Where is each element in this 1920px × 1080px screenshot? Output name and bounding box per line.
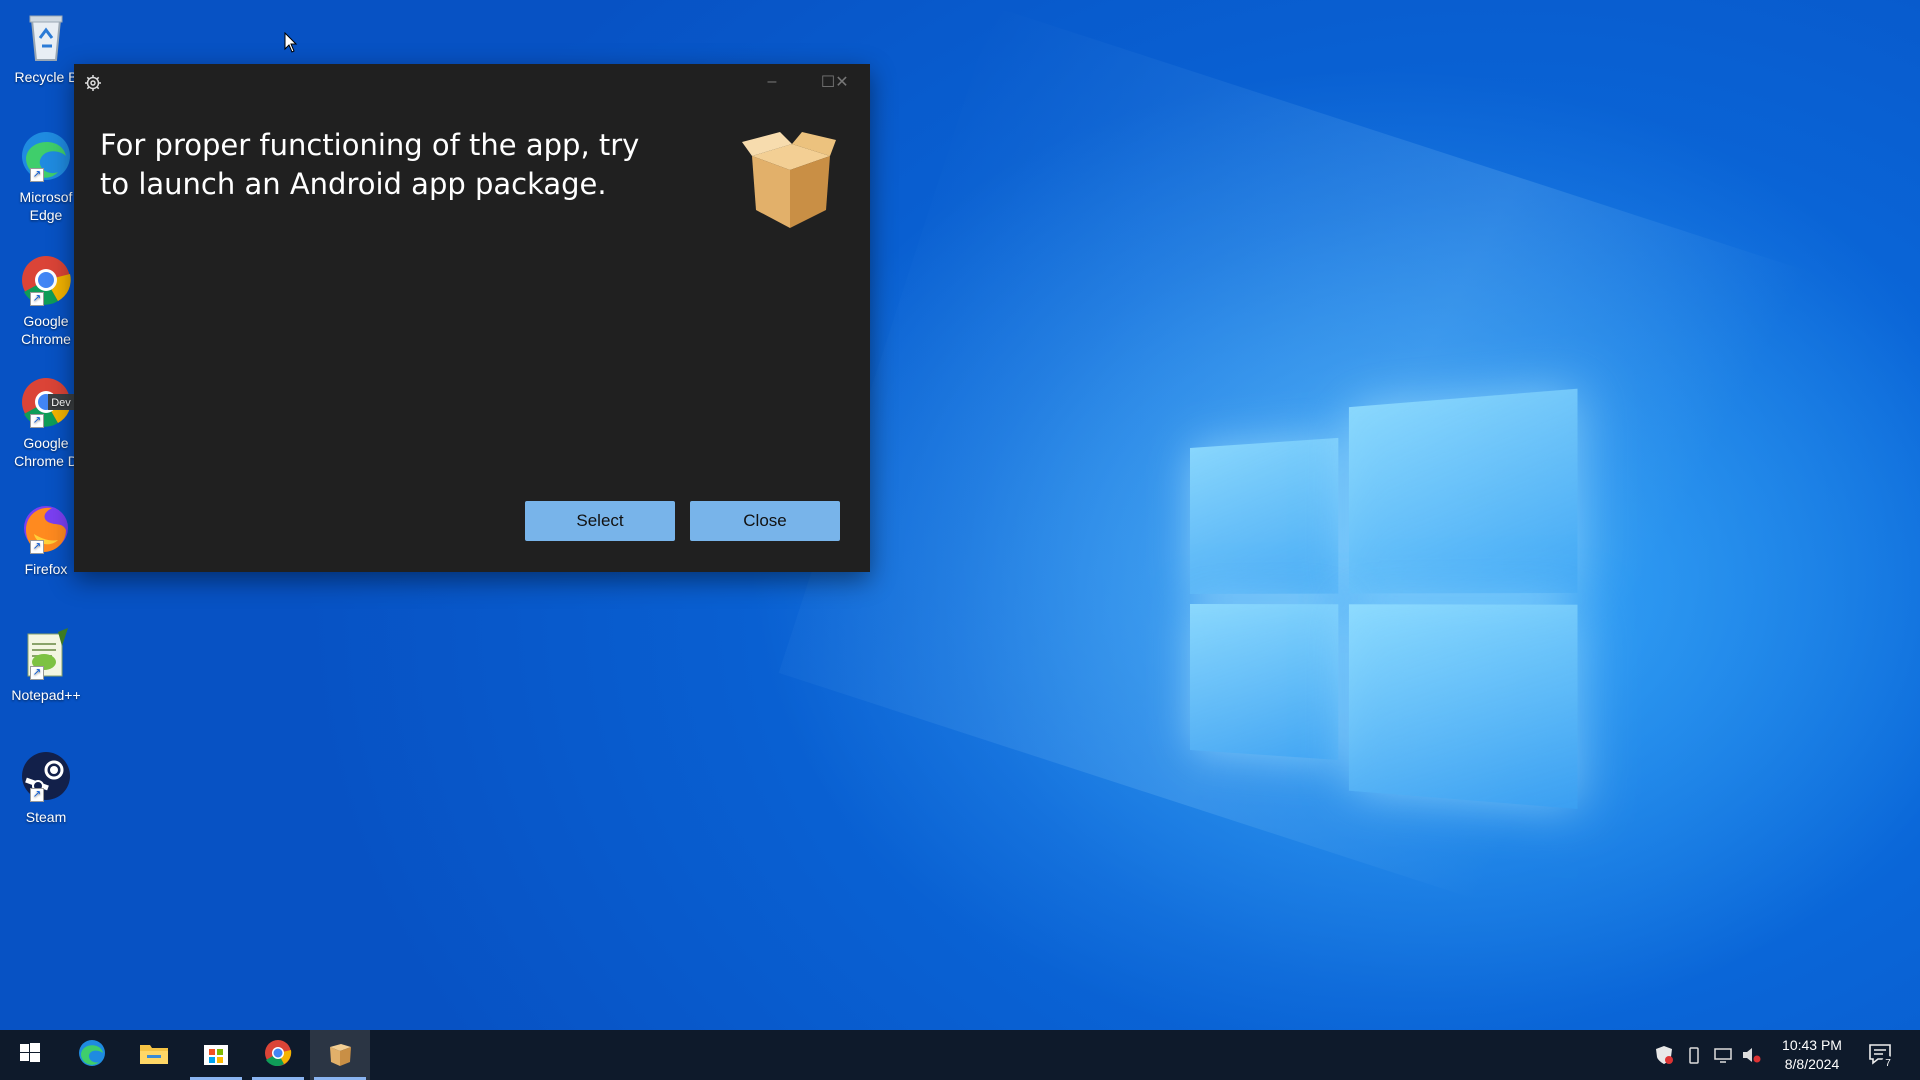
desktop-icon-label: Recycle B	[14, 69, 78, 85]
edge-icon	[77, 1038, 107, 1073]
taskbar-store[interactable]	[186, 1030, 246, 1080]
taskbar-edge[interactable]	[62, 1030, 122, 1080]
desktop-icon-steam[interactable]: ↗ Steam	[0, 748, 92, 826]
taskbar-chrome-dev[interactable]	[248, 1030, 308, 1080]
chrome-dev-icon	[263, 1038, 293, 1073]
store-icon	[202, 1039, 230, 1072]
minimize-button[interactable]: –	[744, 64, 800, 100]
notification-count: 7	[1885, 1058, 1891, 1068]
close-button[interactable]: Close	[690, 501, 840, 541]
network-icon[interactable]	[1713, 1045, 1733, 1065]
chrome-dev-icon: Dev ↗	[18, 374, 74, 430]
start-button[interactable]	[0, 1030, 60, 1080]
edge-icon: ↗	[18, 128, 74, 184]
close-window-button[interactable]: ✕	[814, 64, 870, 100]
select-button[interactable]: Select	[525, 501, 675, 541]
notification-center-icon[interactable]: 7	[1868, 1042, 1894, 1069]
volume-muted-icon[interactable]	[1741, 1045, 1761, 1065]
taskbar-file-explorer[interactable]	[124, 1030, 184, 1080]
windows-logo-wallpaper	[1190, 388, 1583, 811]
desktop-icon-label: Notepad++	[11, 687, 81, 703]
clock-time: 10:43 PM	[1782, 1037, 1842, 1053]
usb-device-icon[interactable]	[1684, 1045, 1704, 1065]
firefox-icon: ↗	[18, 500, 74, 556]
clock-date: 8/8/2024	[1784, 1056, 1840, 1072]
chrome-icon: ↗	[18, 252, 74, 308]
taskbar: 10:43 PM 8/8/2024 7	[0, 1030, 1920, 1080]
settings-gear-icon[interactable]	[84, 74, 102, 92]
start-icon	[19, 1042, 41, 1069]
title-bar[interactable]: – ☐ ✕	[74, 64, 870, 100]
desktop-icon-notepadpp[interactable]: ↗ Notepad++	[0, 626, 92, 704]
recycle-bin-icon	[18, 8, 74, 64]
mouse-cursor-icon	[284, 31, 298, 54]
steam-icon: ↗	[18, 748, 74, 804]
security-shield-icon[interactable]	[1654, 1045, 1674, 1065]
taskbar-package-app[interactable]	[310, 1030, 370, 1080]
taskbar-clock[interactable]: 10:43 PM 8/8/2024	[1764, 1036, 1860, 1074]
notepadpp-icon: ↗	[18, 626, 74, 682]
package-app-icon	[325, 1038, 355, 1073]
package-box-icon	[732, 124, 842, 234]
dev-badge: Dev	[51, 397, 71, 409]
file-explorer-icon	[139, 1040, 169, 1071]
dialog-message: For proper functioning of the app, try t…	[100, 128, 640, 201]
desktop-icon-label: Firefox	[24, 561, 68, 577]
app-window: – ☐ ✕ For proper functioning of the app,…	[74, 64, 870, 572]
desktop-icon-label: Steam	[25, 809, 67, 825]
